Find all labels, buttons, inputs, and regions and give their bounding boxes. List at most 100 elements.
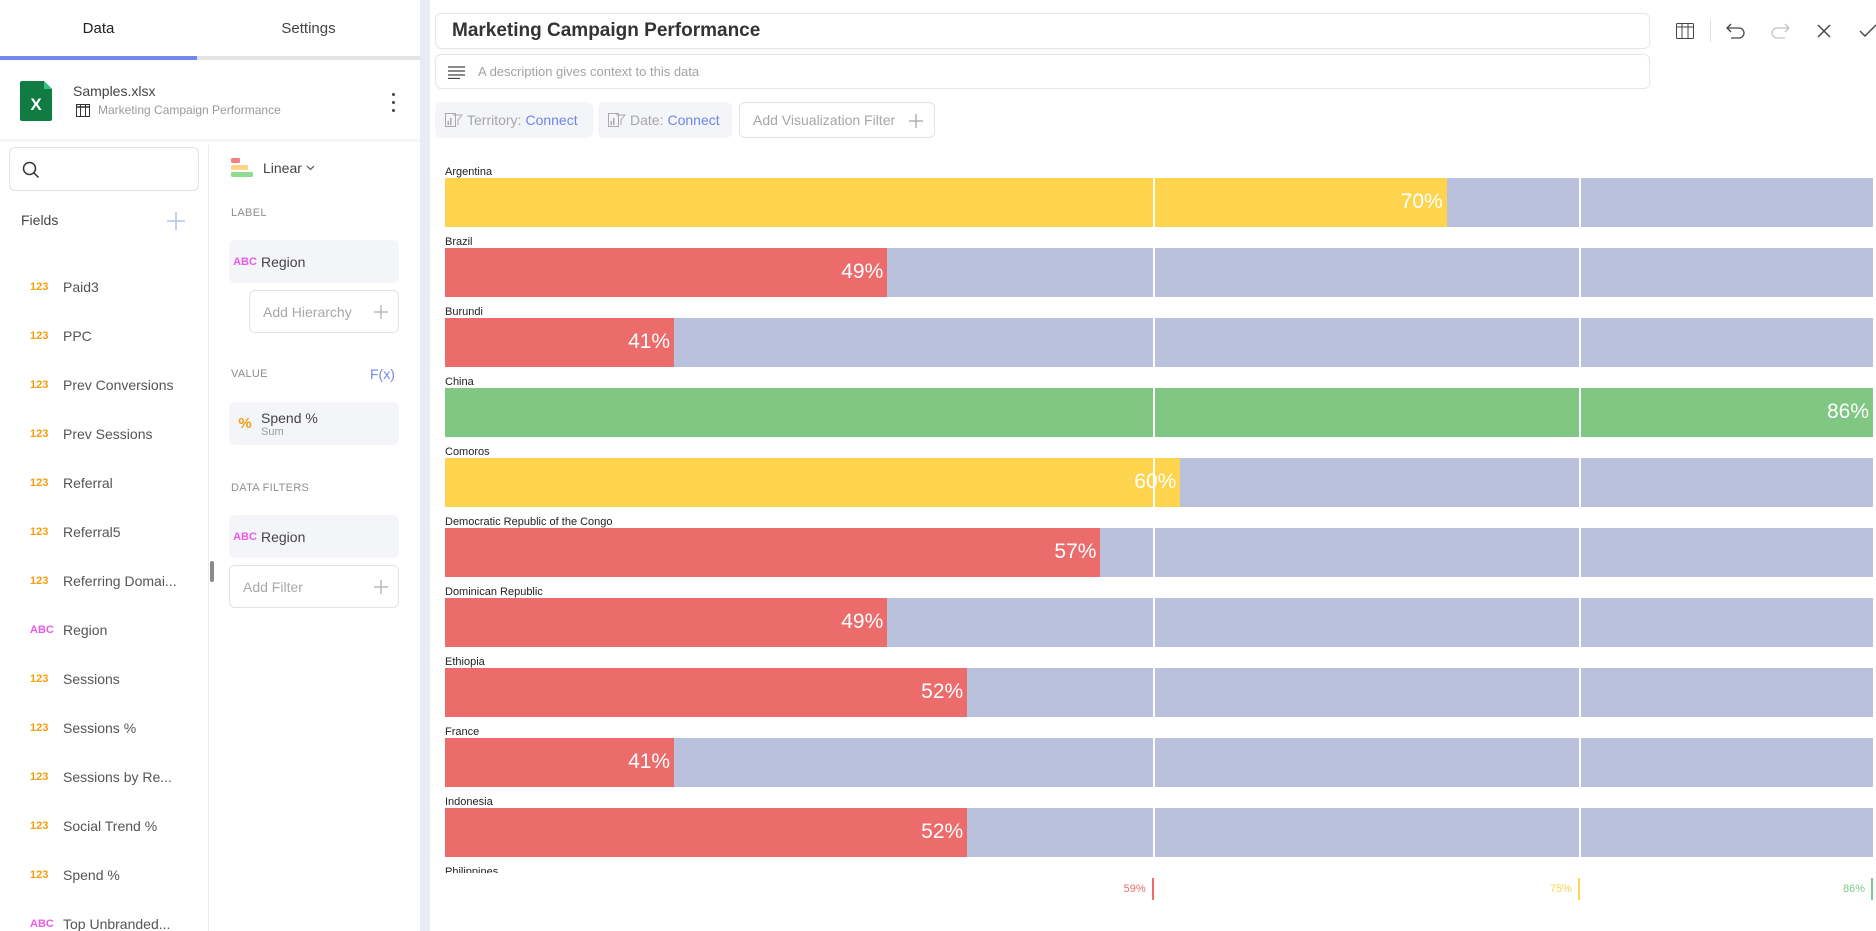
search-icon (22, 161, 40, 179)
band-marker-label: 59% (1123, 883, 1146, 895)
source-file-name: Samples.xlsx (73, 83, 156, 99)
value-label: 49% (841, 260, 884, 283)
visualization-title[interactable]: Marketing Campaign Performance (435, 13, 1650, 49)
territory-filter-chip[interactable]: Territory: Connect (435, 102, 593, 138)
tab-active-indicator (0, 56, 197, 60)
gauge-bar[interactable] (445, 458, 1181, 507)
field-item[interactable]: 123 Referral5 (30, 522, 121, 542)
text-lines-icon (448, 66, 465, 79)
text-type-icon: ABC (30, 918, 54, 930)
fields-column: Fields 123 Paid3 123 PPC 123 Prev Conversions… (0, 145, 209, 931)
field-item[interactable]: 123 Sessions (30, 669, 120, 689)
gauge-bar[interactable] (445, 178, 1447, 227)
field-item[interactable]: 123 Sessions by Re... (30, 767, 172, 787)
redo-icon (1771, 23, 1790, 39)
band-divider (1152, 528, 1155, 577)
field-name: Paid3 (63, 279, 99, 295)
add-filter-button[interactable]: Add Filter (229, 565, 399, 608)
field-name: Social Trend % (63, 818, 158, 834)
panel-tabs: Data Settings (0, 0, 420, 60)
category-label: Comoros (445, 446, 490, 458)
field-name: Sessions (63, 671, 120, 687)
band-marker (1577, 878, 1580, 900)
redo-button[interactable] (1765, 16, 1795, 46)
text-type-icon: ABC (233, 530, 257, 543)
value-label: 41% (628, 750, 671, 773)
field-item[interactable]: 123 Referring Domai... (30, 571, 177, 591)
filter-field-pill[interactable]: ABC Region (229, 515, 399, 558)
number-type-icon: 123 (30, 575, 49, 587)
linear-gauge-icon (231, 158, 253, 177)
tab-settings[interactable]: Settings (197, 0, 420, 57)
band-divider (1578, 248, 1581, 297)
add-hierarchy-button[interactable]: Add Hierarchy (249, 290, 399, 333)
field-name: Referral (63, 475, 113, 491)
gauge-bar[interactable] (445, 528, 1101, 577)
field-name: Region (63, 622, 108, 638)
fields-search-input[interactable] (9, 147, 199, 191)
left-panel: Data Settings X Samples.xlsx Marketing C… (0, 0, 420, 931)
description-input[interactable]: A description gives context to this data (435, 54, 1650, 89)
field-item[interactable]: 123 Prev Sessions (30, 424, 152, 444)
value-field-pill[interactable]: % Spend % Sum (229, 402, 399, 445)
band-divider (1152, 668, 1155, 717)
band-divider (1152, 248, 1155, 297)
close-button[interactable] (1809, 16, 1839, 46)
toolbar (1670, 16, 1876, 46)
field-item[interactable]: 123 Referral (30, 473, 113, 493)
field-item[interactable]: ABC Top Unbranded... (30, 914, 170, 931)
category-label: Philippines (445, 866, 499, 873)
chart-rows: Argentina 70% Brazil 49% Burundi 41% China 86% C… (430, 160, 1876, 873)
label-field-pill[interactable]: ABC Region (229, 240, 399, 283)
formula-button[interactable]: F(x) (370, 366, 395, 382)
data-source: X Samples.xlsx Marketing Campaign Perfor… (0, 62, 420, 142)
confirm-button[interactable] (1853, 16, 1876, 46)
table-view-button[interactable] (1670, 16, 1700, 46)
field-item[interactable]: ABC Region (30, 620, 107, 640)
source-sheet: Marketing Campaign Performance (76, 103, 281, 117)
value-section-title: VALUE (231, 368, 268, 380)
field-item[interactable]: 123 Social Trend % (30, 816, 157, 836)
category-label: Ethiopia (445, 656, 485, 668)
number-type-icon: 123 (30, 771, 49, 783)
field-item[interactable]: 123 PPC (30, 326, 92, 346)
field-item[interactable]: 123 Paid3 (30, 277, 99, 297)
close-icon (1817, 24, 1831, 38)
number-type-icon: 123 (30, 673, 49, 685)
value-label: 52% (921, 820, 964, 843)
category-label: Dominican Republic (445, 586, 543, 598)
number-type-icon: 123 (30, 379, 49, 391)
category-label: France (445, 726, 480, 738)
config-column: Linear LABEL ABC Region Add Hierarchy VA… (210, 145, 420, 931)
linear-gauge-chart: Argentina 70% Brazil 49% Burundi 41% China 86% C… (430, 160, 1876, 931)
tab-data[interactable]: Data (0, 0, 197, 57)
gauge-bar[interactable] (445, 388, 1873, 437)
band-divider (1152, 178, 1155, 227)
band-divider (1578, 388, 1581, 437)
table-view-icon (1676, 23, 1694, 39)
field-item[interactable]: 123 Spend % (30, 865, 120, 885)
number-type-icon: 123 (30, 330, 49, 342)
field-item[interactable]: 123 Prev Conversions (30, 375, 174, 395)
undo-button[interactable] (1721, 16, 1751, 46)
value-label: 70% (1400, 190, 1443, 213)
more-options-icon[interactable] (386, 90, 400, 114)
value-field-name: Spend % (261, 409, 318, 426)
field-name: Sessions by Re... (63, 769, 172, 785)
add-field-icon[interactable] (166, 211, 186, 231)
plus-icon (374, 580, 388, 594)
add-visualization-filter-button[interactable]: Add Visualization Filter (739, 102, 935, 138)
number-type-icon: 123 (30, 526, 49, 538)
viz-type-dropdown[interactable]: Linear (231, 158, 315, 178)
band-divider (1152, 388, 1155, 437)
add-visualization-filter-label: Add Visualization Filter (753, 112, 896, 128)
date-connect-link[interactable]: Connect (667, 112, 719, 128)
date-filter-chip[interactable]: Date: Connect (598, 102, 732, 138)
excel-file-icon: X (20, 81, 52, 121)
band-divider (1152, 808, 1155, 857)
number-type-icon: 123 (30, 477, 49, 489)
territory-connect-link[interactable]: Connect (525, 112, 577, 128)
field-item[interactable]: 123 Sessions % (30, 718, 136, 738)
panel-resizer[interactable] (420, 0, 430, 931)
band-divider (1578, 668, 1581, 717)
